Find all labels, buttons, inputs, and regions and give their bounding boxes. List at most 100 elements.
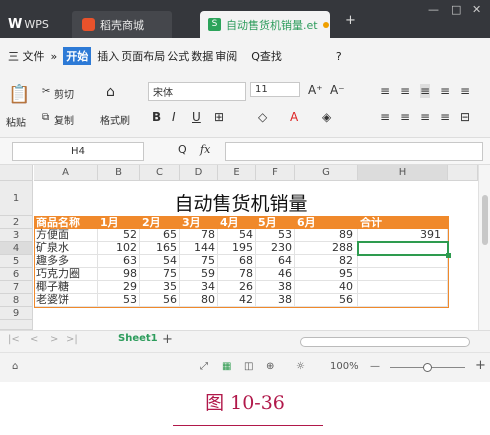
table-cell[interactable]: 53 <box>98 294 140 307</box>
table-cell[interactable]: 42 <box>218 294 256 307</box>
menu-file[interactable]: 三 文件 <box>8 48 45 64</box>
status-doc-icon[interactable]: ⌂ <box>12 361 18 372</box>
table-cell[interactable]: 56 <box>140 294 180 307</box>
zoom-out-button[interactable]: — <box>370 361 380 372</box>
column-header-g[interactable]: G <box>295 165 358 181</box>
fill-handle[interactable] <box>446 253 451 258</box>
zoom-icon[interactable]: Q <box>178 143 187 156</box>
menu-formula[interactable]: 公式 <box>167 48 189 64</box>
column-header-h[interactable]: H <box>358 165 448 181</box>
row-header-1[interactable]: 1 <box>0 181 33 216</box>
shrink-font-button[interactable]: A⁻ <box>330 83 345 97</box>
page-break-view-icon[interactable]: ⊕ <box>266 361 274 372</box>
column-header-c[interactable]: C <box>140 165 180 181</box>
align-bottom-icon[interactable]: ≡ <box>420 84 431 98</box>
tab-store[interactable]: 稻壳商城 <box>72 11 172 38</box>
prev-sheet-icon[interactable]: < <box>30 334 38 345</box>
font-size-select[interactable]: 11 <box>250 82 300 97</box>
row-header-3[interactable]: 3 <box>0 229 33 242</box>
column-header-e[interactable]: E <box>218 165 256 181</box>
page-layout-view-icon[interactable]: ◫ <box>244 361 253 372</box>
row-header-5[interactable]: 5 <box>0 255 33 268</box>
zoom-slider-handle[interactable] <box>423 363 432 372</box>
table-cell-total[interactable]: 391 <box>358 229 448 242</box>
fill-color-icon[interactable]: ◇ <box>258 110 267 124</box>
row-header-6[interactable]: 6 <box>0 268 33 281</box>
format-painter-button[interactable]: 格式刷 <box>100 112 130 127</box>
zoom-level[interactable]: 100% <box>330 361 359 372</box>
header-mar[interactable]: 3月 <box>182 216 201 229</box>
header-total[interactable]: 合计 <box>360 216 382 229</box>
row-header-4[interactable]: 4 <box>0 242 33 255</box>
horizontal-scrollbar[interactable] <box>300 337 470 347</box>
fx-icon[interactable]: fx <box>200 143 210 156</box>
table-cell[interactable]: 38 <box>256 294 295 307</box>
menu-insert[interactable]: 插入 <box>97 48 119 64</box>
paste-button[interactable]: 粘贴 <box>6 114 26 129</box>
normal-view-icon[interactable]: ▦ <box>222 361 231 372</box>
font-name-select[interactable]: 宋体 <box>148 82 246 101</box>
header-jun[interactable]: 6月 <box>297 216 316 229</box>
zoom-in-button[interactable]: + <box>475 358 486 373</box>
row-header-9[interactable]: 9 <box>0 307 33 320</box>
table-cell-total[interactable] <box>358 281 448 294</box>
column-header-a[interactable]: A <box>34 165 98 181</box>
fullscreen-icon[interactable]: ⤢ <box>200 361 208 372</box>
eye-care-icon[interactable]: ☼ <box>296 361 305 372</box>
align-center-icon[interactable]: ≡ <box>400 110 410 124</box>
column-header-f[interactable]: F <box>256 165 295 181</box>
paste-icon[interactable]: 📋 <box>8 84 30 105</box>
row-header-10[interactable] <box>0 320 33 330</box>
menu-review[interactable]: 审阅 <box>215 48 237 64</box>
merge-icon[interactable]: ⊟ <box>460 110 470 124</box>
sheet-title[interactable]: 自动售货机销量 <box>34 192 448 216</box>
row-header-7[interactable]: 7 <box>0 281 33 294</box>
underline-button[interactable]: U <box>192 110 201 124</box>
name-box[interactable]: H4 <box>12 142 144 161</box>
sheet-tab-sheet1[interactable]: Sheet1 <box>118 333 158 344</box>
justify-icon[interactable]: ≡ <box>440 110 450 124</box>
maximize-button[interactable]: □ <box>451 3 461 16</box>
last-sheet-icon[interactable]: >| <box>66 334 78 345</box>
next-sheet-icon[interactable]: > <box>50 334 58 345</box>
wps-home-tab[interactable]: W WPS <box>8 11 66 38</box>
search-button[interactable]: Q查找 <box>251 48 282 64</box>
table-cell-total[interactable] <box>358 294 448 307</box>
align-right-icon[interactable]: ≡ <box>420 110 430 124</box>
indent-icon[interactable]: ≡ <box>440 84 450 98</box>
first-sheet-icon[interactable]: |< <box>8 334 20 345</box>
add-tab-button[interactable]: + <box>345 13 356 28</box>
table-cell-total[interactable] <box>358 242 448 255</box>
header-feb[interactable]: 2月 <box>142 216 161 229</box>
select-all-corner[interactable] <box>0 165 33 181</box>
border-icon[interactable]: ⊞ <box>214 110 224 124</box>
row-header-2[interactable]: 2 <box>0 216 33 229</box>
row-header-8[interactable]: 8 <box>0 294 33 307</box>
tab-file[interactable]: S 自动售货机销量.et <box>200 11 330 38</box>
bold-button[interactable]: B <box>152 110 161 124</box>
copy-button[interactable]: 复制 <box>54 112 74 127</box>
align-middle-icon[interactable]: ≡ <box>400 84 410 98</box>
align-left-icon[interactable]: ≡ <box>380 110 390 124</box>
column-header-d[interactable]: D <box>180 165 218 181</box>
help-button[interactable]: ? <box>336 50 342 63</box>
formula-input[interactable] <box>225 142 483 161</box>
menu-data[interactable]: 数据 <box>191 48 213 64</box>
menu-start[interactable]: 开始 <box>63 47 92 65</box>
minimize-button[interactable]: — <box>428 3 439 16</box>
align-top-icon[interactable]: ≡ <box>380 84 390 98</box>
header-may[interactable]: 5月 <box>258 216 277 229</box>
vertical-scroll-thumb[interactable] <box>482 195 488 245</box>
table-cell[interactable]: 老婆饼 <box>34 294 98 307</box>
wrap-icon[interactable]: ≡ <box>460 84 470 98</box>
header-jan[interactable]: 1月 <box>100 216 119 229</box>
add-sheet-button[interactable]: + <box>162 332 173 347</box>
table-cell[interactable]: 80 <box>180 294 218 307</box>
cut-button[interactable]: 剪切 <box>54 86 74 101</box>
column-header-b[interactable]: B <box>98 165 140 181</box>
close-button[interactable]: ✕ <box>472 3 481 16</box>
table-cell-total[interactable] <box>358 268 448 281</box>
menu-page-layout[interactable]: 页面布局 <box>121 48 165 64</box>
table-cell[interactable]: 56 <box>295 294 358 307</box>
clear-format-icon[interactable]: ◈ <box>322 110 331 124</box>
